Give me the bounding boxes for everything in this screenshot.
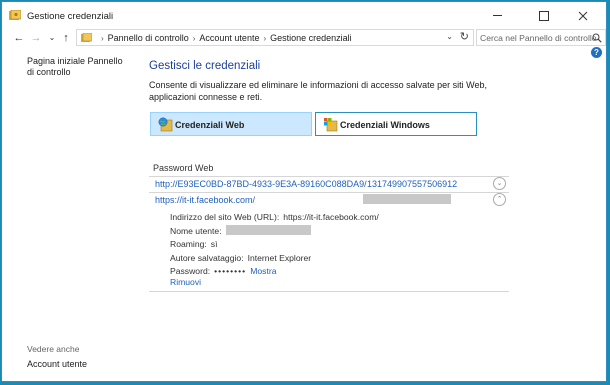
back-arrow-icon[interactable]: ← [12, 29, 26, 47]
page-description: Consente di visualizzare ed eliminare le… [149, 80, 487, 102]
detail-username: Nome utente: [170, 224, 379, 239]
site-label: Indirizzo del sito Web (URL): [170, 212, 280, 222]
control-panel-home-link[interactable]: Pagina iniziale Pannello di controllo [27, 56, 132, 78]
credential-url: https://it-it.facebook.com/ [155, 195, 256, 205]
up-arrow-icon[interactable]: ↑ [59, 29, 73, 47]
saved-by-value: Internet Explorer [247, 252, 312, 263]
credential-value: 131749907557506912 [367, 179, 458, 189]
saved-by-label: Autore salvataggio: [170, 252, 244, 263]
close-button[interactable] [560, 2, 606, 29]
tab-windows-credentials[interactable]: Credenziali Windows [315, 112, 477, 136]
detail-site: Indirizzo del sito Web (URL): https://it-… [170, 211, 379, 225]
breadcrumb-separator-icon: › [101, 34, 104, 43]
breadcrumb-separator-icon: › [192, 34, 196, 43]
windows-credentials-icon [324, 118, 338, 132]
search-placeholder: Cerca nel Pannello di controllo [480, 33, 597, 43]
credential-row-1[interactable]: http://E93EC0BD-87BD-4933-9E3A-89160C088… [149, 176, 509, 192]
forward-arrow-icon[interactable]: → [29, 29, 43, 47]
redacted-username [225, 224, 311, 235]
control-panel-icon [81, 33, 92, 42]
minimize-button[interactable] [481, 2, 514, 29]
credential-manager-window: Gestione credenziali ← → ⌄ ↑ › Pannello d… [1, 1, 607, 382]
see-also-heading: Vedere anche [27, 344, 80, 354]
detail-roaming: Roaming: sì [170, 238, 379, 252]
roaming-label: Roaming: [170, 239, 207, 249]
detail-saved-by: Autore salvataggio: Internet Explorer [170, 252, 379, 266]
password-value: •••••••• [214, 266, 247, 276]
breadcrumb: › Pannello di controllo › Account utente › Ge… [97, 32, 352, 45]
refresh-icon[interactable]: ↻ [460, 30, 469, 43]
username-label: Nome utente: [170, 225, 222, 236]
address-dropdown-icon[interactable]: ⌄ [446, 32, 453, 41]
credential-details: Indirizzo del sito Web (URL): https://it-… [170, 211, 379, 279]
minimize-icon [493, 15, 502, 16]
credential-row-2[interactable]: https://it-it.facebook.com/ ⌃ [149, 192, 509, 208]
site-value: https://it-it.facebook.com/ [283, 212, 379, 222]
web-credentials-icon [158, 117, 173, 132]
roaming-value: sì [210, 239, 218, 249]
navigation-bar: ← → ⌄ ↑ › Pannello di controllo › Account u… [2, 29, 606, 47]
user-accounts-link[interactable]: Account utente [27, 359, 87, 369]
maximize-icon [538, 10, 549, 21]
tab-windows-credentials-label: Credenziali Windows [340, 120, 430, 130]
tab-web-credentials[interactable]: Credenziali Web [150, 112, 312, 136]
divider [149, 291, 509, 292]
address-bar[interactable]: › Pannello di controllo › Account utente › Ge… [76, 29, 474, 46]
redacted-username [363, 194, 451, 204]
credential-manager-icon [9, 10, 21, 20]
breadcrumb-credential-manager[interactable]: Gestione credenziali [270, 33, 352, 43]
help-button[interactable]: ? [591, 47, 602, 58]
search-icon [592, 33, 602, 43]
detail-password: Password: •••••••• Mostra [170, 265, 379, 279]
maximize-button[interactable] [527, 2, 560, 29]
web-passwords-heading: Password Web [153, 163, 214, 173]
show-password-link[interactable]: Mostra [250, 266, 276, 276]
breadcrumb-user-accounts[interactable]: Account utente [199, 33, 259, 43]
breadcrumb-control-panel[interactable]: Pannello di controllo [108, 33, 189, 43]
remove-credential-link[interactable]: Rimuovi [170, 277, 201, 287]
title-bar: Gestione credenziali [2, 2, 606, 29]
expand-chevron-icon[interactable]: ⌄ [493, 177, 506, 190]
credential-url: http://E93EC0BD-87BD-4933-9E3A-89160C088… [155, 179, 367, 189]
page-title: Gestisci le credenziali [149, 60, 261, 72]
collapse-chevron-icon[interactable]: ⌃ [493, 193, 506, 206]
close-icon [578, 11, 588, 20]
tab-web-credentials-label: Credenziali Web [175, 120, 245, 130]
breadcrumb-separator-icon: › [263, 34, 267, 43]
recent-locations-chevron-icon[interactable]: ⌄ [45, 29, 59, 47]
window-title: Gestione credenziali [27, 11, 114, 22]
search-box[interactable]: Cerca nel Pannello di controllo [476, 29, 606, 46]
password-label: Password: [170, 266, 211, 276]
